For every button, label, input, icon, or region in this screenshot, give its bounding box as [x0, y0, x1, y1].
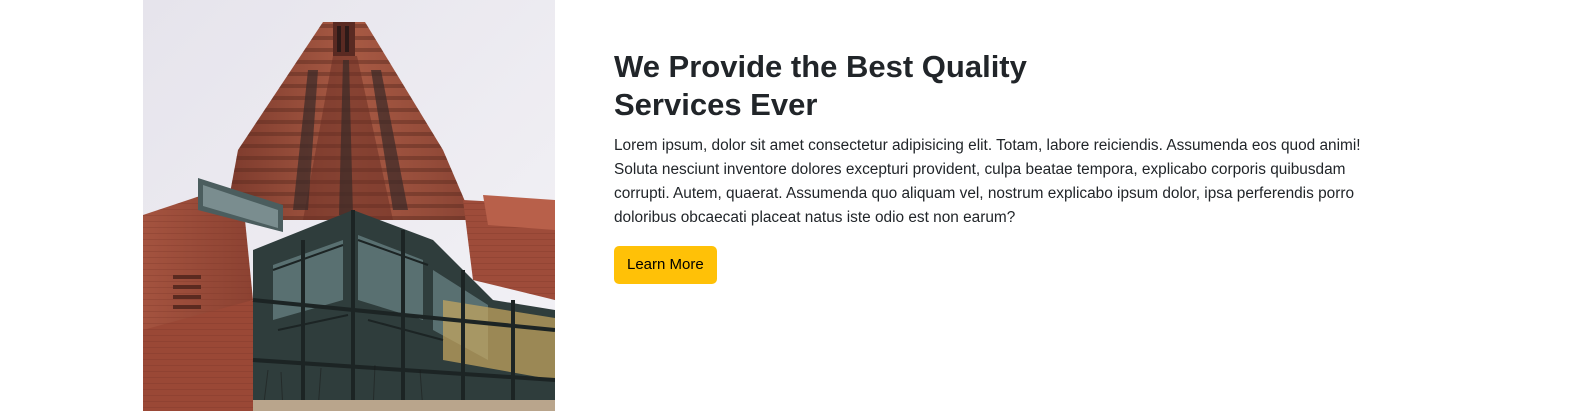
feature-description: Lorem ipsum, dolor sit amet consectetur … [614, 137, 1361, 226]
feature-title: We Provide the Best Quality Services Eve… [614, 49, 1027, 122]
feature-content: We Provide the Best Quality Services Eve… [614, 48, 1404, 284]
learn-more-button[interactable]: Learn More [614, 246, 717, 284]
feature-section: We Provide the Best Quality Services Eve… [0, 0, 1582, 415]
building-photo [143, 0, 555, 411]
